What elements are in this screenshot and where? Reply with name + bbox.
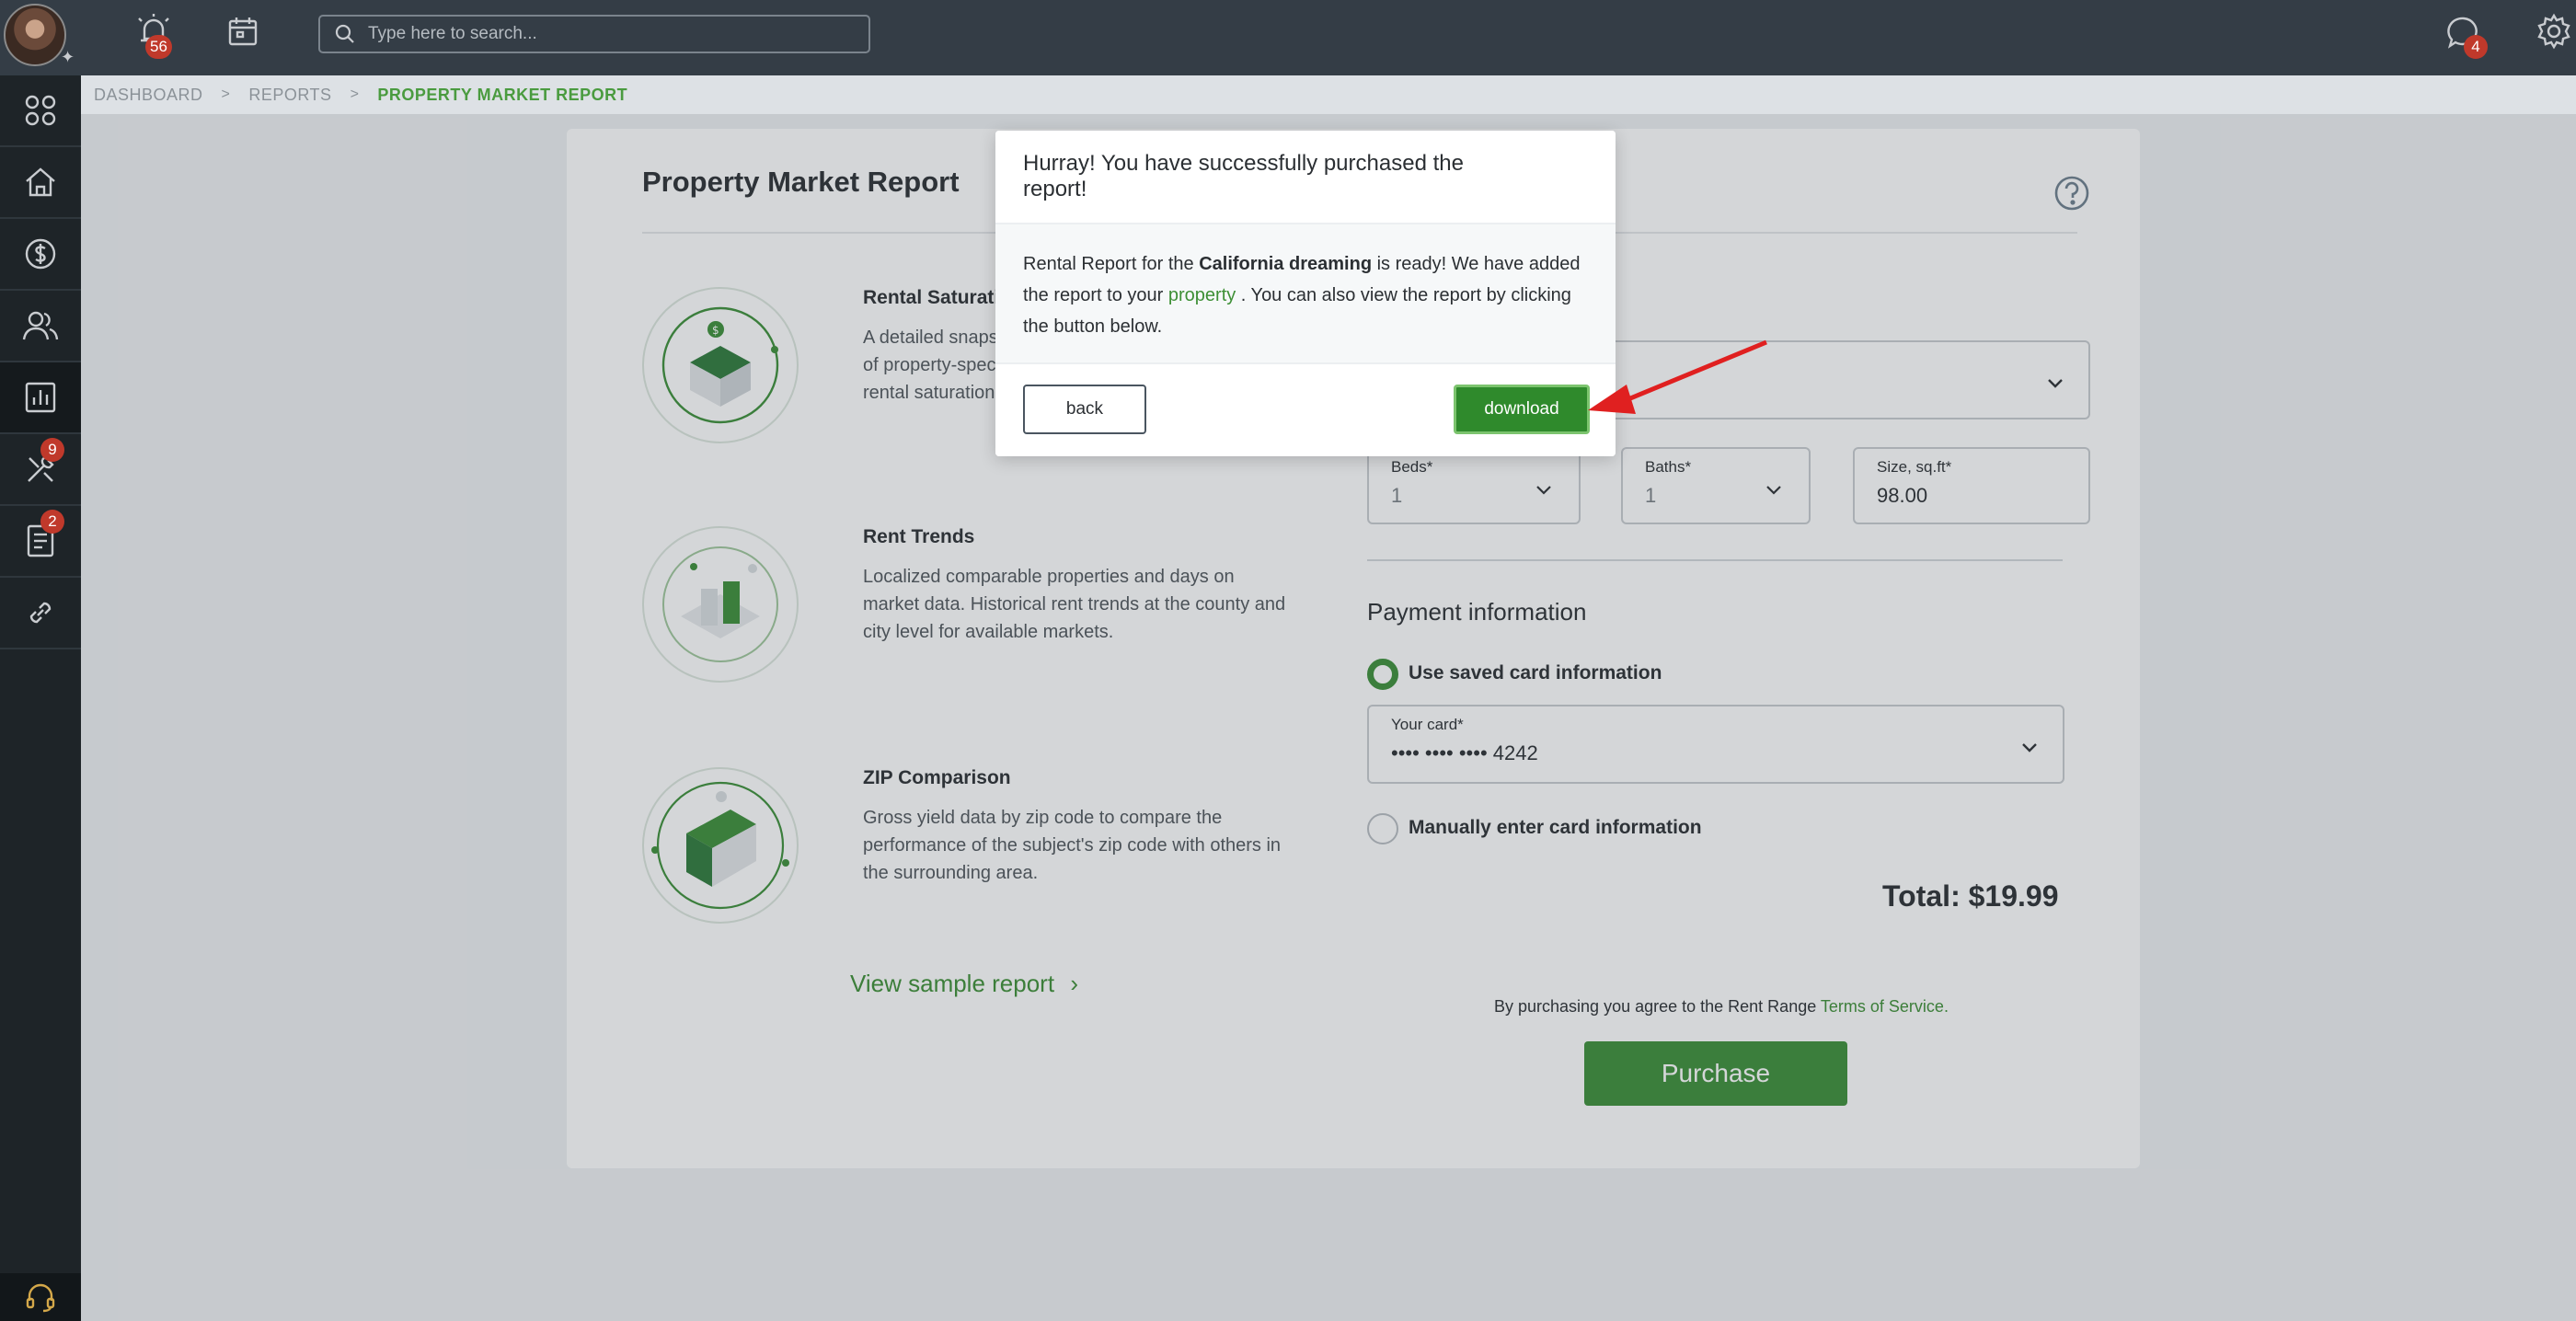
property-link[interactable]: property: [1168, 285, 1236, 305]
alerts-badge: 56: [145, 35, 172, 59]
search-box[interactable]: [318, 15, 870, 53]
gear-icon[interactable]: [2536, 13, 2572, 53]
back-button[interactable]: back: [1023, 385, 1146, 434]
modal-body: Rental Report for the California dreamin…: [995, 224, 1616, 364]
support-button[interactable]: [0, 1273, 81, 1321]
link-icon: [29, 602, 52, 624]
modal-header: Hurray! You have successfully purchased …: [995, 131, 1616, 224]
grid-icon: [25, 95, 56, 126]
sidebar-item-reports[interactable]: [0, 362, 81, 432]
sidebar-divider: [0, 648, 81, 649]
breadcrumb-dashboard[interactable]: DASHBOARD: [94, 86, 203, 105]
sidebar-item-apps[interactable]: [0, 75, 81, 145]
breadcrumb-current: PROPERTY MARKET REPORT: [377, 85, 628, 104]
modal-title: Hurray! You have successfully purchased …: [1023, 151, 1464, 201]
pin-icon: ✦: [61, 48, 75, 67]
breadcrumb: DASHBOARD > REPORTS > PROPERTY MARKET RE…: [81, 75, 2576, 114]
sidebar-item-links[interactable]: [0, 578, 81, 648]
search-input[interactable]: [368, 24, 846, 44]
breadcrumb-reports[interactable]: REPORTS: [248, 86, 331, 105]
dollar-icon: [25, 238, 56, 270]
chevron-right-icon: >: [350, 86, 360, 102]
annotation-arrow: [1588, 339, 1767, 414]
headset-icon: [26, 1283, 55, 1313]
home-icon: [26, 167, 55, 197]
download-button[interactable]: download: [1454, 385, 1590, 434]
messages-badge: 4: [2464, 35, 2488, 59]
sidebar-item-home[interactable]: [0, 147, 81, 217]
modal-message: Rental Report for the California dreamin…: [1023, 248, 1593, 342]
search-icon: [335, 24, 354, 43]
chevron-right-icon: >: [221, 86, 231, 102]
user-avatar[interactable]: [4, 4, 66, 66]
property-name: California dreaming: [1199, 254, 1373, 274]
message-text: Rental Report for the: [1023, 254, 1200, 274]
users-icon: [22, 311, 59, 340]
sidebar-item-people[interactable]: [0, 291, 81, 361]
calendar-icon[interactable]: [226, 15, 259, 52]
chart-icon: [25, 382, 56, 413]
top-bar: ✦ 56 4: [0, 0, 2576, 75]
purchase-success-modal: Hurray! You have successfully purchased …: [995, 131, 1616, 456]
sidebar-item-finance[interactable]: [0, 219, 81, 289]
tools-badge: 9: [40, 438, 64, 462]
sidebar: 9 2: [0, 75, 81, 1321]
documents-badge: 2: [40, 510, 64, 534]
